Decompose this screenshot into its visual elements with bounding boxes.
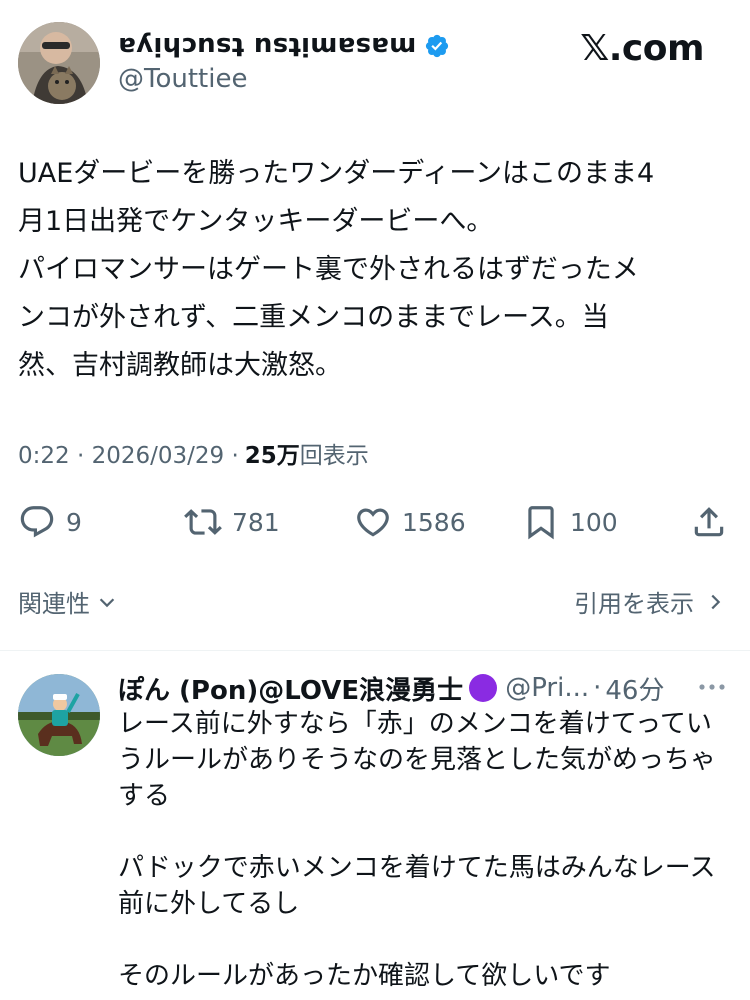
like-count: 1586 <box>402 507 466 537</box>
view-quotes-label: 引用を表示 <box>574 590 694 618</box>
sort-relevance-label: 関連性 <box>18 590 90 618</box>
views-label: 回表示 <box>299 443 369 469</box>
bookmark-icon <box>528 506 554 540</box>
share-button[interactable] <box>690 498 728 546</box>
heart-icon <box>357 508 389 537</box>
sort-relevance-button[interactable]: 関連性 <box>18 584 118 619</box>
divider <box>0 650 750 651</box>
view-quotes-link[interactable]: 引用を表示 <box>574 584 726 619</box>
tweet-screenshot: masamitsu tsuchiya @Touttiee 𝕏.com UAEダー… <box>0 0 750 1000</box>
reply-count: 9 <box>66 507 82 537</box>
reply-handle[interactable]: @Pri... <box>505 673 589 703</box>
chevron-right-icon <box>711 594 721 609</box>
tweet-text: UAEダービーを勝ったワンダーディーンはこのまま4 月1日出発でケンタッキーダー… <box>18 158 655 381</box>
x-logo-text: .com <box>608 28 705 69</box>
share-icon <box>694 507 724 537</box>
more-icon <box>699 684 725 690</box>
verified-badge-icon <box>426 34 449 58</box>
author-name-row: masamitsu tsuchiya <box>118 26 450 66</box>
like-button[interactable]: 1586 <box>354 498 466 546</box>
reply-separator: · <box>593 673 602 703</box>
reply-paragraph: そのルールがあったか確認して欲しいです <box>118 961 611 991</box>
reply-display-name[interactable]: ぽん (Pon)@LOVE浪漫勇士 <box>118 670 463 707</box>
reply-text: レース前に外すなら「赤」のメンコを着けてってい うルールがありそうなのを見落とし… <box>118 706 738 994</box>
reply-timestamp[interactable]: 46分 <box>605 670 664 707</box>
reply-icon <box>20 506 54 538</box>
author-avatar[interactable] <box>18 22 100 104</box>
bookmark-count: 100 <box>570 507 618 537</box>
action-bar: 9 781 1586 100 <box>0 498 750 546</box>
retweet-count: 781 <box>232 507 280 537</box>
tweet-timestamp[interactable]: 0:22 · 2026/03/29 · <box>18 443 239 469</box>
reply-header: ぽん (Pon)@LOVE浪漫勇士 @Pri... · 46分 <box>118 668 664 708</box>
author-handle[interactable]: @Touttiee <box>118 64 247 94</box>
chevron-down-icon <box>99 597 115 607</box>
reply-paragraph: レース前に外すなら「赤」のメンコを着けてってい うルールがありそうなのを見落とし… <box>118 709 717 811</box>
bookmark-button[interactable]: 100 <box>522 498 618 546</box>
x-com-logo: 𝕏.com <box>580 28 704 69</box>
reply-paragraph: パドックで赤いメンコを着けてた馬はみんなレース 前に外してるし <box>118 853 716 919</box>
author-display-name[interactable]: masamitsu tsuchiya <box>118 31 416 61</box>
purple-circle-icon <box>469 674 498 702</box>
retweet-icon <box>184 509 222 535</box>
more-options-button[interactable] <box>694 672 730 702</box>
x-logo-icon: 𝕏 <box>580 28 609 69</box>
views-count: 25万 <box>244 443 300 469</box>
retweet-button[interactable]: 781 <box>184 498 280 546</box>
reply-avatar[interactable] <box>18 674 100 756</box>
reply-button[interactable]: 9 <box>18 498 82 546</box>
tweet-meta: 0:22 · 2026/03/29 · 25万 回表示 <box>18 436 369 470</box>
